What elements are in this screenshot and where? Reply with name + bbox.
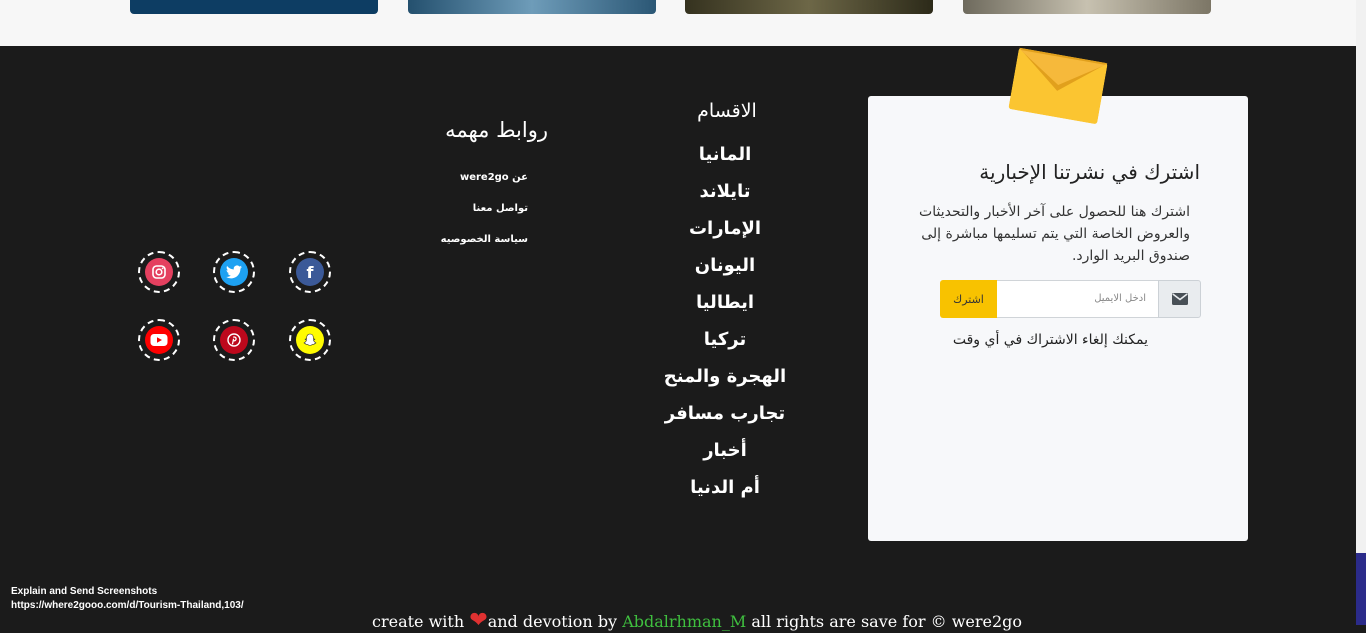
category-link[interactable]: اليونان	[650, 253, 800, 290]
pinterest-icon	[220, 326, 248, 354]
snapchat-link[interactable]	[289, 319, 331, 361]
author-link[interactable]: Abdalrhman_M	[622, 612, 746, 631]
category-link[interactable]: المانيا	[650, 142, 800, 179]
scrollbar-thumb[interactable]	[1356, 553, 1366, 625]
important-links-list: عن were2go تواصل معنا سياسة الخصوصيه	[400, 170, 528, 263]
newsletter-card: اشترك في نشرتنا الإخبارية اشترك هنا للحص…	[868, 96, 1248, 541]
categories-title: الاقسام	[697, 100, 757, 122]
heart-icon: ❤	[469, 608, 488, 633]
scrollbar-track[interactable]	[1356, 0, 1366, 625]
category-link[interactable]: الهجرة والمنح	[650, 364, 800, 401]
category-link[interactable]: أم الدنيا	[650, 475, 800, 512]
instagram-link[interactable]	[138, 251, 180, 293]
credit-suffix: all rights are save for © were2go	[751, 612, 1023, 631]
footer-link-about[interactable]: عن were2go	[400, 170, 528, 201]
twitter-icon	[220, 258, 248, 286]
unsubscribe-note: يمكنك إلغاء الاشتراك في أي وقت	[952, 332, 1148, 348]
screenshot-overlay: Explain and Send Screenshots https://whe…	[11, 585, 244, 613]
category-link[interactable]: تركيا	[650, 327, 800, 364]
pinterest-link[interactable]	[213, 319, 255, 361]
newsletter-title: اشترك في نشرتنا الإخبارية	[979, 160, 1200, 184]
top-strip	[0, 0, 1356, 46]
category-link[interactable]: تايلاند	[650, 179, 800, 216]
category-link[interactable]: أخبار	[650, 438, 800, 475]
credit-prefix: create with	[372, 612, 465, 631]
category-link[interactable]: ايطاليا	[650, 290, 800, 327]
newsletter-description: اشترك هنا للحصول على آخر الأخبار والتحدي…	[919, 204, 1190, 264]
categories-list: المانيا تايلاند الإمارات اليونان ايطاليا…	[650, 142, 800, 512]
article-thumbnail[interactable]	[130, 0, 378, 14]
twitter-link[interactable]	[213, 251, 255, 293]
overlay-title: Explain and Send Screenshots	[11, 586, 158, 597]
footer-credit: create with ❤and devotion by Abdalrhman_…	[372, 608, 1022, 633]
credit-middle: and devotion by	[487, 612, 618, 631]
footer-link-contact[interactable]: تواصل معنا	[400, 201, 528, 232]
snapchat-icon	[296, 326, 324, 354]
article-thumbnail[interactable]	[408, 0, 656, 14]
overlay-url: https://where2gooo.com/d/Tourism-Thailan…	[11, 600, 244, 611]
youtube-link[interactable]	[138, 319, 180, 361]
article-thumbnail[interactable]	[685, 0, 933, 14]
important-links-title: روابط مهمه	[445, 118, 548, 142]
instagram-icon	[145, 258, 173, 286]
youtube-icon	[145, 326, 173, 354]
category-link[interactable]: الإمارات	[650, 216, 800, 253]
facebook-icon: f	[296, 258, 324, 286]
facebook-link[interactable]: f	[289, 251, 331, 293]
category-link[interactable]: تجارب مسافر	[650, 401, 800, 438]
article-thumbnail[interactable]	[963, 0, 1211, 14]
subscribe-button[interactable]: اشترك	[940, 280, 997, 318]
envelope-icon	[1158, 280, 1201, 318]
newsletter-form: اشترك ادخل الايميل	[940, 280, 1201, 318]
footer-link-privacy[interactable]: سياسة الخصوصيه	[400, 232, 528, 263]
email-input[interactable]: ادخل الايميل	[997, 280, 1158, 318]
